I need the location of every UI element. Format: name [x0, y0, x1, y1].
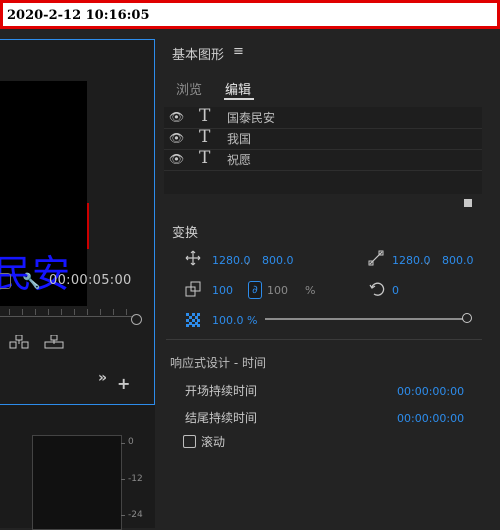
wrench-icon[interactable]: 🔧	[22, 272, 41, 290]
layer-name: 祝愿	[227, 153, 252, 167]
add-icon[interactable]: +	[117, 374, 130, 393]
rotation-icon	[369, 281, 385, 301]
timeline-ruler[interactable]	[0, 303, 140, 319]
text-layer-icon: T	[199, 106, 211, 126]
timestamp-bar: 2020-2-12 10:16:05	[0, 0, 500, 29]
layer-row[interactable]: 👁 T 国泰民安	[164, 106, 482, 129]
out-point-handle[interactable]	[131, 314, 142, 325]
layer-row[interactable]: 👁 T 我国	[164, 127, 482, 150]
anchor-x-value[interactable]: 1280.0	[392, 254, 431, 267]
eye-icon[interactable]: 👁	[169, 110, 184, 124]
layer-row[interactable]: 👁 T 祝愿	[164, 148, 482, 171]
layer-name: 我国	[227, 132, 252, 146]
intro-duration-label: 开场持续时间	[185, 384, 258, 398]
anchor-point-icon	[368, 250, 384, 270]
tab-edit[interactable]: 编辑	[225, 79, 251, 98]
insert-icon[interactable]	[9, 334, 29, 353]
overwrite-icon[interactable]	[44, 334, 64, 353]
anchor-y-value[interactable]: 800.0	[442, 254, 474, 267]
duration-timecode[interactable]: 00:00:05:00	[49, 273, 132, 288]
scale-value[interactable]: 100	[212, 284, 233, 297]
text-layer-icon: T	[199, 127, 211, 147]
scroll-checkbox[interactable]	[183, 435, 196, 448]
new-layer-icon[interactable]	[464, 199, 472, 207]
db-label: 0	[128, 437, 134, 447]
intro-duration-value[interactable]: 00:00:00:00	[397, 385, 464, 398]
position-icon	[185, 250, 201, 270]
timestamp-text: 2020-2-12 10:16:05	[7, 8, 150, 23]
scroll-label: 滚动	[201, 435, 226, 449]
layer-list: 👁 T 国泰民安 👁 T 我国 👁 T 祝愿	[164, 106, 482, 194]
section-divider	[166, 339, 482, 340]
transform-section-title: 变换	[172, 226, 199, 241]
active-tab-indicator	[224, 98, 254, 100]
outro-duration-value[interactable]: 00:00:00:00	[397, 412, 464, 425]
fit-dropdown[interactable]	[0, 273, 11, 289]
audio-meter	[32, 435, 122, 530]
opacity-icon	[186, 312, 200, 331]
outro-duration-label: 结尾持续时间	[185, 411, 258, 425]
text-cursor-line	[87, 203, 89, 249]
position-x-value[interactable]: 1280.0	[212, 254, 251, 267]
text-layer-icon: T	[199, 148, 211, 168]
position-y-value[interactable]: 800.0	[262, 254, 294, 267]
position-separator: ,	[246, 254, 250, 267]
panel-menu-icon[interactable]: ≡	[233, 44, 244, 59]
responsive-section-title: 响应式设计 - 时间	[170, 356, 266, 370]
tab-browse[interactable]: 浏览	[176, 79, 202, 98]
scale-icon	[185, 281, 201, 301]
layer-name: 国泰民安	[227, 111, 276, 125]
opacity-value[interactable]: 100.0 %	[212, 314, 257, 327]
eye-icon[interactable]: 👁	[169, 131, 184, 145]
opacity-slider-handle[interactable]	[462, 313, 472, 323]
more-icon[interactable]: »	[98, 370, 107, 386]
db-label: -12	[128, 474, 143, 484]
panel-title: 基本图形	[172, 48, 225, 63]
opacity-slider-track[interactable]	[265, 318, 465, 320]
anchor-separator: ,	[426, 254, 430, 267]
rotation-value[interactable]: 0	[392, 284, 399, 297]
eye-icon[interactable]: 👁	[169, 152, 184, 166]
scale-height-value: 100	[267, 284, 288, 297]
db-label: -24	[128, 510, 143, 520]
link-scale-icon[interactable]: ∂	[248, 281, 262, 299]
scale-unit: %	[305, 284, 316, 297]
